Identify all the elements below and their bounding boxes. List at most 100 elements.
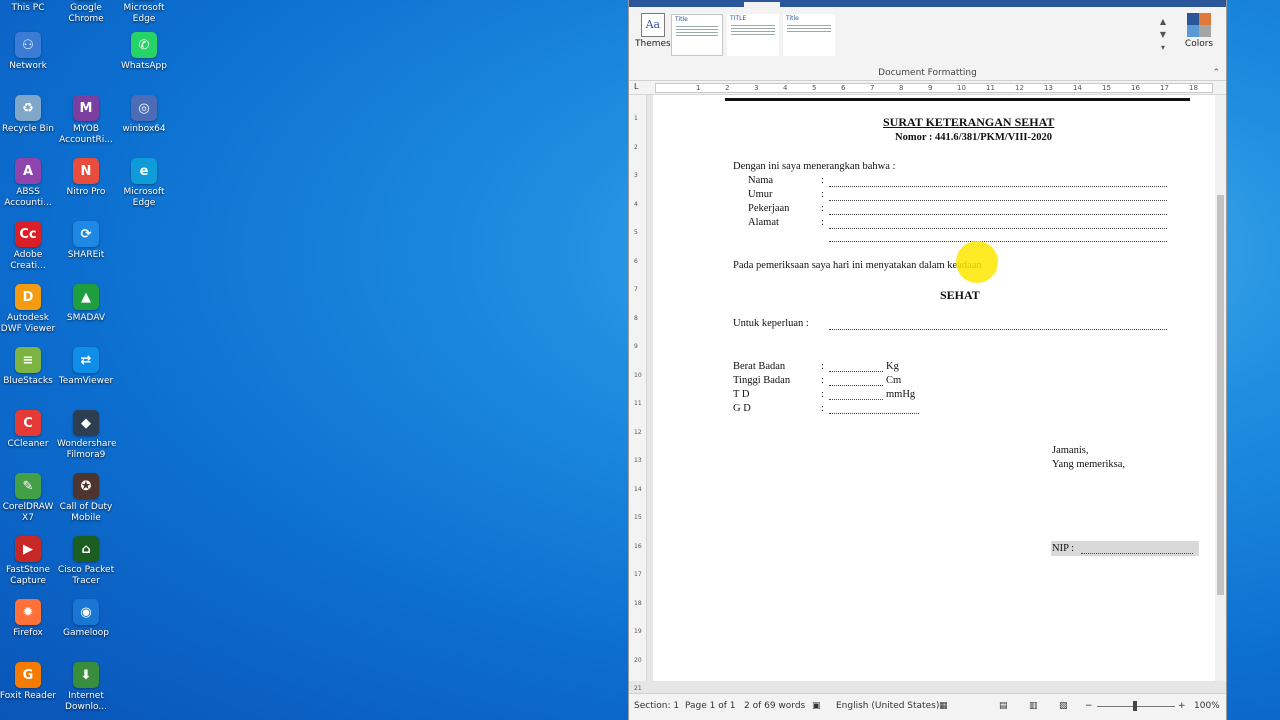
desktop-icon[interactable]: G Foxit Reader [0,662,57,702]
field-dotline [829,241,1167,242]
desktop-icon[interactable]: ✎ CorelDRAW X7 [0,473,57,524]
style-set-1[interactable]: Title [671,14,723,56]
desktop-icon-label: ABSS Accounti... [4,187,52,208]
ruler-number: 7 [870,84,875,92]
app-icon: Cc [15,221,41,247]
gallery-scroll: ▲ ▼ ▾ [1157,15,1169,57]
desktop-icon[interactable]: ◆ Wondershare Filmora9 [57,410,116,461]
desktop-icon[interactable]: ✪ Call of Duty Mobile [57,473,115,524]
gallery-up-icon[interactable]: ▲ [1157,15,1169,28]
ruler-number: 14 [1073,84,1082,92]
collapse-ribbon-icon[interactable]: ⌃ [1212,68,1220,78]
field-label: Alamat [748,217,779,228]
doc-examiner: Yang memeriksa, [1052,459,1126,470]
ruler-number: 15 [1102,84,1111,92]
status-section[interactable]: Section: 1 [634,701,679,711]
desktop-icon-label: SMADAV [66,313,106,323]
desktop-icon[interactable]: ≡ BlueStacks [0,347,57,387]
desktop-icon[interactable]: M MYOB AccountRi... [57,95,115,146]
status-language[interactable]: English (United States) [836,701,939,711]
desktop-icon-label: This PC [11,3,45,13]
desktop-icon[interactable]: ⟳ SHAREit [57,221,115,261]
ruler-number: 6 [841,84,846,92]
status-zoom[interactable]: 100% [1194,701,1220,711]
desktop-icon[interactable]: ▶ FastStone Capture [0,536,57,587]
vruler-number: 21 [634,685,642,692]
vertical-ruler[interactable]: 12345678910111213141516171819202122 [629,95,647,720]
read-mode-icon[interactable]: ▤ [999,701,1008,711]
desktop-icon[interactable]: ◎ winbox64 [115,95,173,135]
app-icon: ≡ [15,347,41,373]
ruler-number: 3 [754,84,759,92]
style-set-3[interactable]: Title [783,14,835,56]
desktop-icon[interactable]: ⇄ TeamViewer [57,347,115,387]
ruler-number: 4 [783,84,788,92]
desktop-icon[interactable]: ♻ Recycle Bin [0,95,57,135]
vruler-number: 4 [634,200,638,208]
desktop-icon[interactable]: ◉ Gameloop [57,599,115,639]
field-dotline [829,200,1167,201]
desktop-icon-label: Call of Duty Mobile [59,502,113,523]
desktop-icon[interactable]: Cc Adobe Creati... [0,221,57,272]
doc-status: SEHAT [940,288,980,302]
desktop-icon-label: FastStone Capture [5,565,51,586]
print-layout-icon[interactable]: ▥ [1029,701,1038,711]
desktop-icon[interactable]: ⌂ Cisco Packet Tracer [57,536,115,587]
vruler-number: 10 [634,371,642,379]
desktop-icon[interactable]: A ABSS Accounti... [0,158,57,209]
vruler-number: 11 [634,400,642,407]
web-layout-icon[interactable]: ▧ [1059,701,1068,711]
document-area[interactable]: SURAT KETERANGAN SEHAT Nomor : 441.6/381… [647,95,1216,681]
gallery-more-icon[interactable]: ▾ [1157,41,1169,54]
app-icon: ◉ [73,599,99,625]
field-dotline [829,186,1167,187]
group-label: Document Formatting [878,68,977,78]
zoom-slider-thumb[interactable] [1133,701,1137,711]
status-page[interactable]: Page 1 of 1 [685,701,736,711]
desktop-icon-label: CorelDRAW X7 [2,502,54,523]
desktop-icon[interactable]: ✹ Firefox [0,599,57,639]
app-icon: ◎ [131,95,157,121]
app-icon: ♻ [15,95,41,121]
measure-label: G D [733,403,751,414]
desktop-icon[interactable]: ⬇ Internet Downlo... [57,662,115,713]
style-set-gallery: Title TITLE Title [671,14,1155,58]
document-page[interactable]: SURAT KETERANGAN SEHAT Nomor : 441.6/381… [653,95,1216,681]
desktop-icon[interactable]: eMicrosoft Edge [115,0,173,25]
desktop-icon-label: Microsoft Edge [123,187,165,208]
accessibility-icon[interactable]: ▦ [939,701,948,711]
desktop-icon[interactable]: ✆ WhatsApp [115,32,173,72]
zoom-out-icon[interactable]: − [1085,701,1093,711]
measure-unit: Kg [886,361,899,372]
desktop-icon[interactable]: C CCleaner [0,410,57,450]
ruler-number: 9 [928,84,933,92]
mouse-cursor-highlight [956,241,998,283]
app-icon: ✹ [15,599,41,625]
desktop-icon[interactable]: ▲ SMADAV [57,284,115,324]
gallery-down-icon[interactable]: ▼ [1157,28,1169,41]
themes-button[interactable]: Aa Themes [635,13,671,49]
tab-selector-icon[interactable]: L [634,82,638,91]
ruler-number: 5 [812,84,817,92]
field-dotline [829,214,1167,215]
colors-button[interactable]: Colors [1177,13,1221,49]
desktop-icon[interactable]: N Nitro Pro [57,158,115,198]
field-label: Umur [748,189,773,200]
horizontal-ruler[interactable]: L 1 2 3 4 5 6 7 8 9 10 11 12 13 14 15 16 17 18 [629,81,1226,95]
desktop-icon[interactable]: ⚇ Network [0,32,57,72]
vertical-scrollbar[interactable] [1215,95,1226,681]
doc-number: Nomor : 441.6/381/PKM/VIII-2020 [895,132,1053,143]
desktop-icon[interactable]: D Autodesk DWF Viewer [0,284,57,335]
vruler-number: 5 [634,229,638,236]
zoom-in-icon[interactable]: + [1178,701,1186,711]
desktop-icon[interactable]: ▭This PC [0,0,57,14]
style-set-2[interactable]: TITLE [727,14,779,56]
app-icon: ◆ [73,410,99,436]
desktop-icon-label: Adobe Creati... [10,250,46,271]
desktop-icon[interactable]: ●Google Chrome [57,0,115,25]
desktop-icon[interactable]: eMicrosoft Edge [115,158,173,209]
desktop-icon-label: Internet Downlo... [65,691,107,712]
proofing-icon[interactable]: ▣ [812,701,821,711]
scroll-thumb[interactable] [1217,195,1224,595]
status-words[interactable]: 2 of 69 words [744,701,805,711]
